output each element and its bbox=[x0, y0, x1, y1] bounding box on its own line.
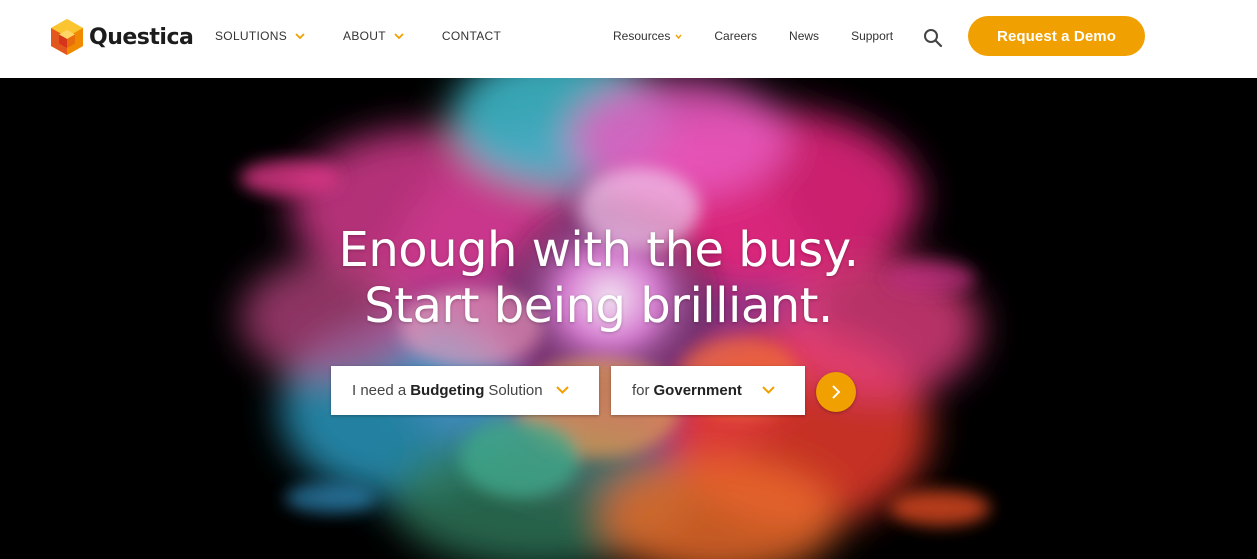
nav-resources-label: Resources bbox=[613, 29, 671, 43]
chevron-down-icon bbox=[295, 32, 305, 40]
hero-headline-line1: Enough with the busy. bbox=[338, 222, 859, 278]
sector-select[interactable]: for Government bbox=[611, 366, 805, 415]
search-icon[interactable] bbox=[922, 27, 944, 49]
logo[interactable]: Questica bbox=[50, 18, 194, 56]
logo-text: Questica bbox=[89, 24, 194, 50]
chevron-right-icon bbox=[832, 385, 841, 399]
nav-news[interactable]: News bbox=[789, 29, 819, 43]
site-header: Questica SOLUTIONS ABOUT CONTACT Resourc… bbox=[0, 0, 1257, 78]
nav-support[interactable]: Support bbox=[851, 29, 893, 43]
nav-solutions[interactable]: SOLUTIONS bbox=[215, 29, 305, 43]
go-button[interactable] bbox=[816, 372, 856, 412]
nav-solutions-label: SOLUTIONS bbox=[215, 29, 288, 43]
nav-contact-label: CONTACT bbox=[441, 29, 502, 43]
nav-support-label: Support bbox=[851, 29, 894, 43]
sector-select-prefix: for bbox=[632, 382, 650, 399]
nav-news-label: News bbox=[789, 29, 820, 43]
solution-select-suffix: Solution bbox=[488, 382, 543, 399]
secondary-nav: Resources Careers News Support bbox=[613, 29, 925, 43]
nav-about[interactable]: ABOUT bbox=[343, 29, 404, 43]
chevron-down-icon bbox=[556, 386, 569, 394]
hexagon-cube-icon bbox=[51, 19, 83, 55]
nav-careers[interactable]: Careers bbox=[714, 29, 757, 43]
hero-headline-line2: Start being brilliant. bbox=[364, 278, 833, 334]
solution-select[interactable]: I need a Budgeting Solution bbox=[331, 366, 599, 415]
solution-select-prefix: I need a bbox=[352, 382, 407, 399]
solution-select-value: Budgeting bbox=[410, 382, 485, 399]
request-demo-button[interactable]: Request a Demo bbox=[968, 16, 1145, 56]
chevron-down-icon bbox=[394, 32, 404, 40]
chevron-down-icon bbox=[675, 34, 682, 39]
nav-about-label: ABOUT bbox=[343, 29, 386, 43]
sector-select-value: Government bbox=[653, 382, 742, 399]
nav-contact[interactable]: CONTACT bbox=[442, 29, 501, 43]
chevron-down-icon bbox=[762, 386, 775, 394]
hero-section: Enough with the busy. Start being brilli… bbox=[0, 78, 1257, 559]
nav-resources[interactable]: Resources bbox=[613, 29, 682, 43]
nav-careers-label: Careers bbox=[714, 29, 758, 43]
primary-nav: SOLUTIONS ABOUT CONTACT bbox=[215, 29, 539, 43]
